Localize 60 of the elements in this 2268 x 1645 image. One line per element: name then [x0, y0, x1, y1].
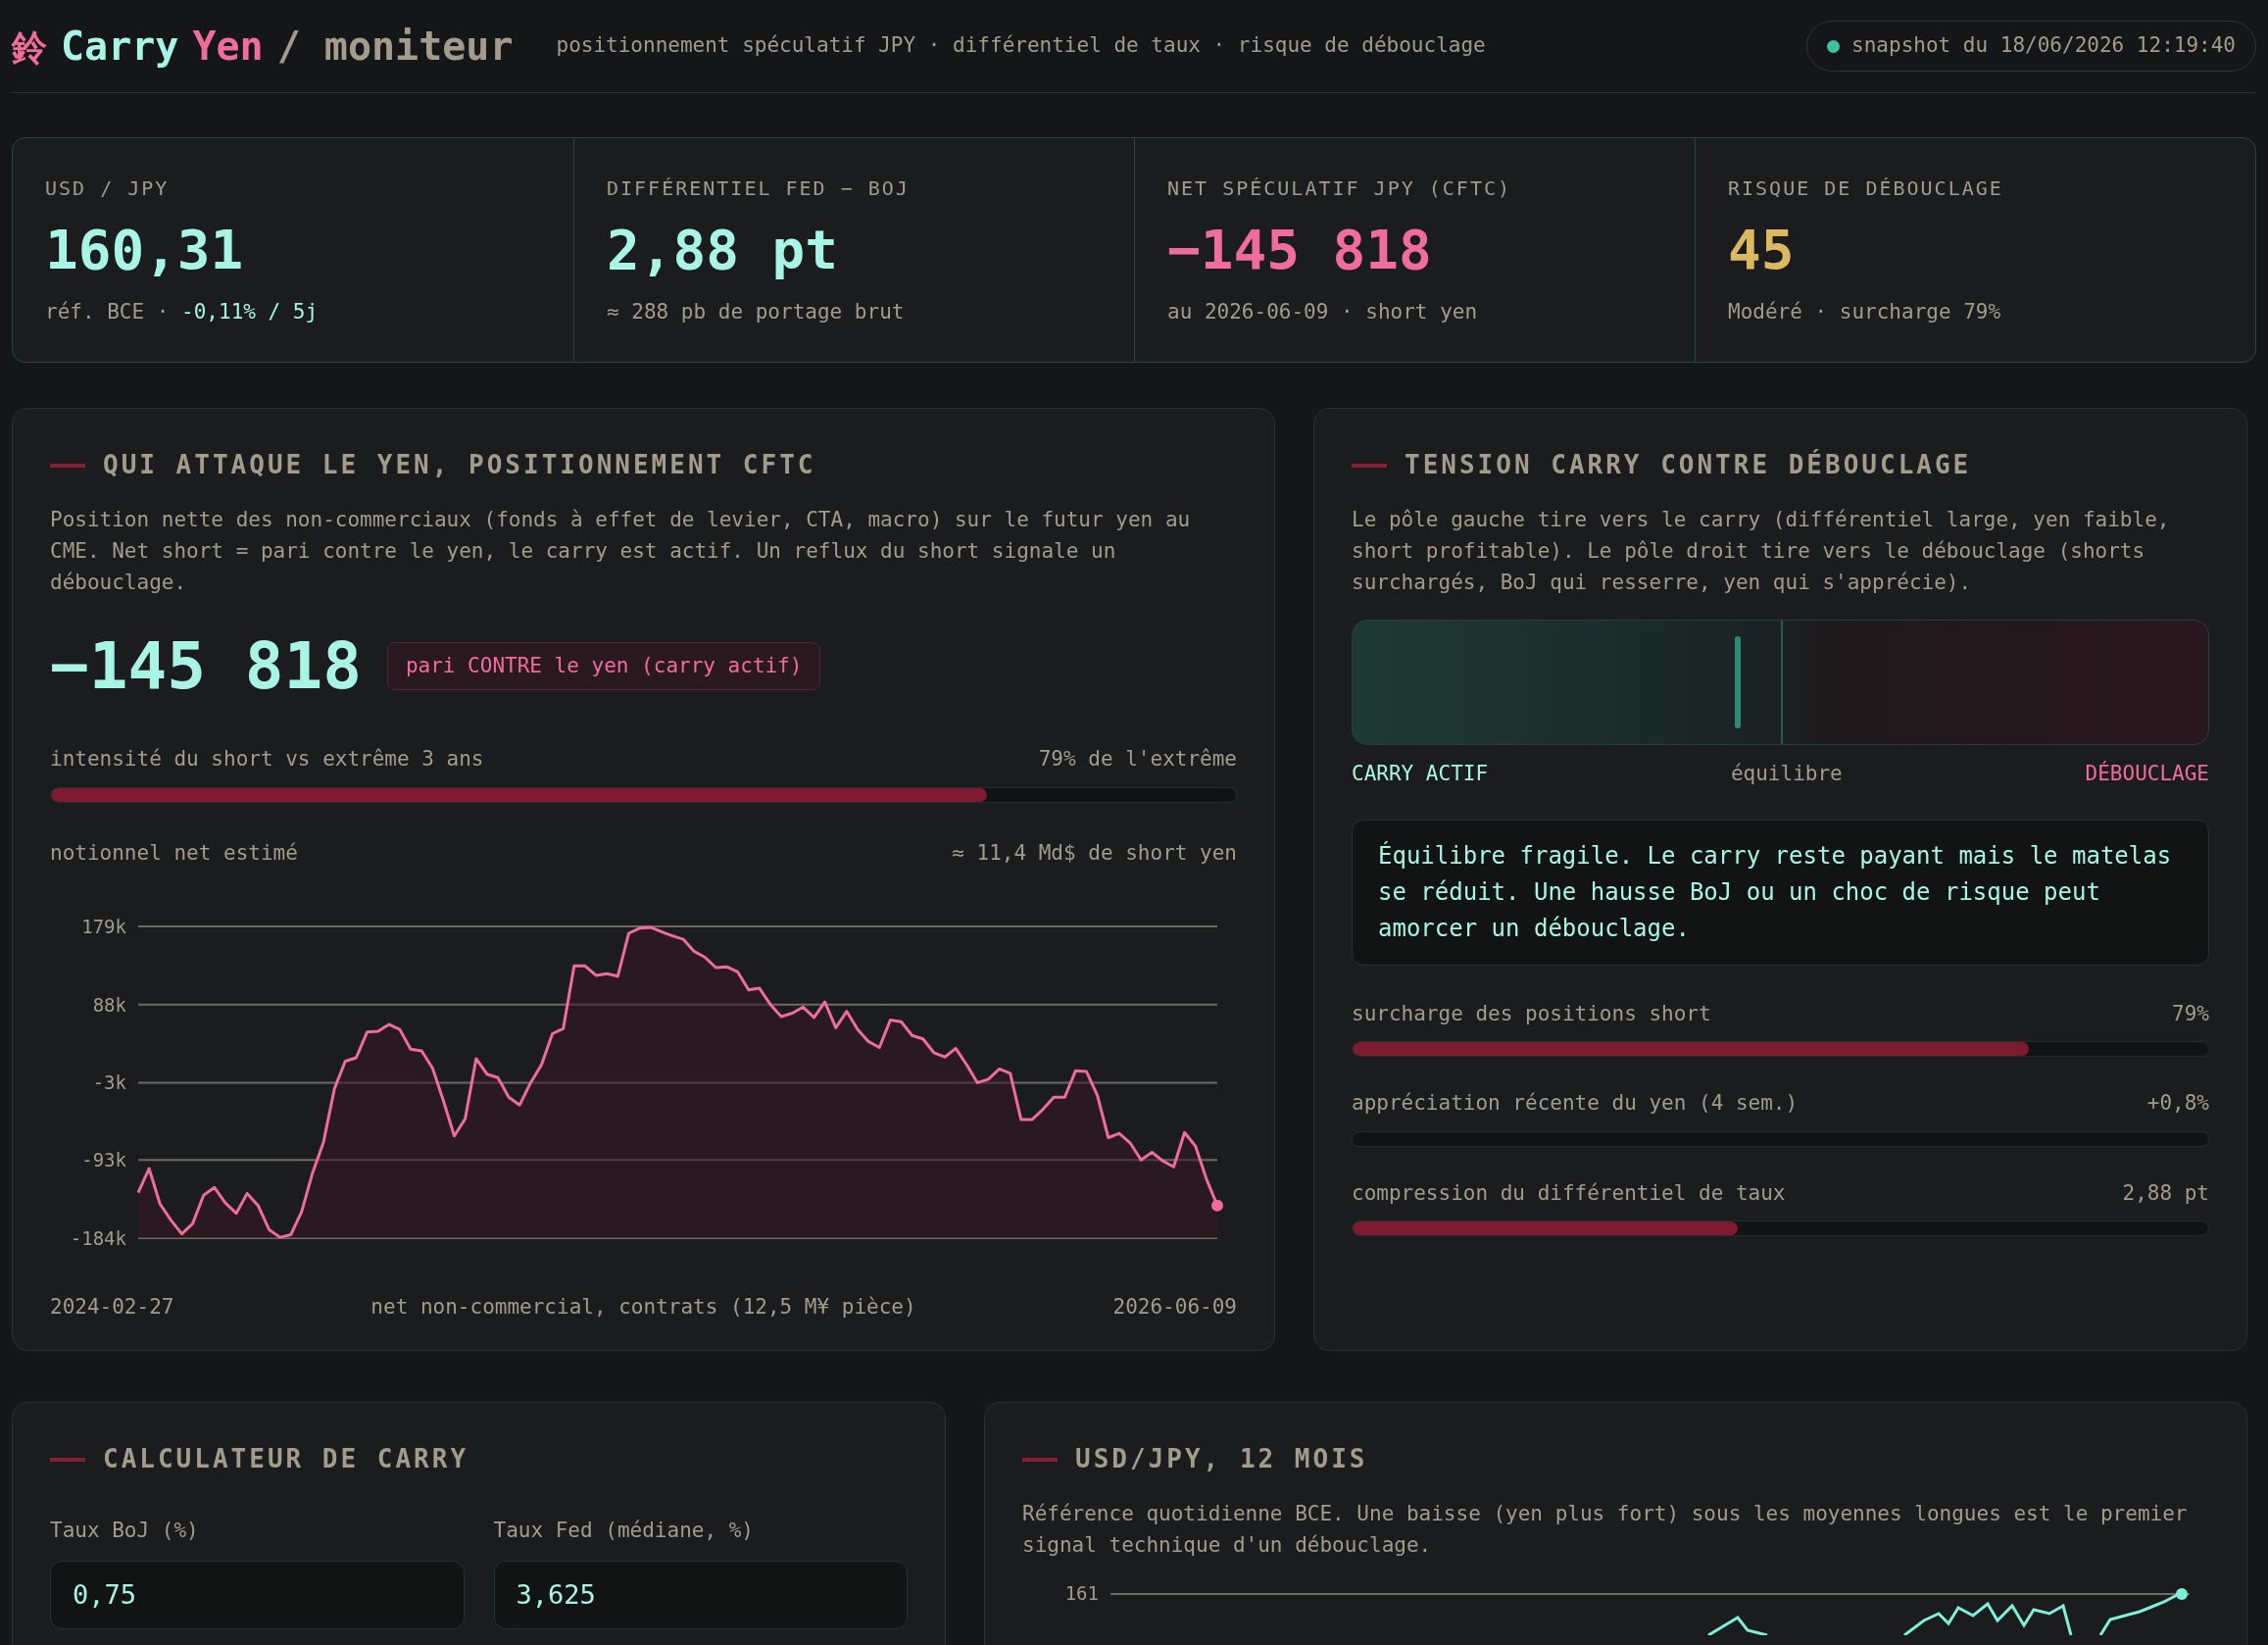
app-title: Carry	[61, 23, 179, 71]
kpi-label: RISQUE DE DÉBOUCLAGE	[1728, 175, 2004, 202]
kpi-label: USD / JPY	[45, 175, 171, 202]
notional-label: notionnel net estimé	[50, 839, 298, 867]
section-title: TENSION CARRY CONTRE DÉBOUCLAGE	[1405, 448, 1972, 481]
axis-label: 88k	[92, 993, 126, 1016]
meter-label: intensité du short vs extrême 3 ans	[50, 746, 484, 773]
kpi-subtext: réf. BCE · -0,11% / 5j	[45, 299, 320, 325]
title-dash	[50, 463, 85, 468]
kpi-value: 45	[1728, 219, 1796, 281]
endpoint-dot	[2176, 1588, 2188, 1600]
title-dash	[1022, 1457, 1058, 1462]
endpoint-dot	[1211, 1199, 1223, 1212]
meter-label: surcharge des positions short	[1352, 1000, 1711, 1027]
assessment-note: Équilibre fragile. Le carry reste payant mais le matelas se réduit. Une hausse BoJ ou un choc de risque peut amorcer un débouclage.	[1352, 819, 2209, 966]
subtitle: positionnement spéculatif JPY · différentiel de taux · risque de débouclage	[556, 32, 1486, 60]
panel-description: Position nette des non-commerciaux (fonds à effet de levier, CTA, macro) sur le futur yen au CME. Net short = pari contre le yen, le carry est actif. Un reflux du short signale un débouclage.	[50, 507, 1192, 596]
kpi-subtext: Modéré · surcharge 79%	[1728, 299, 2002, 325]
axis-label: -184k	[70, 1227, 126, 1249]
kpi-subtext: au 2026-06-09 · short yen	[1167, 299, 1479, 325]
meter-reading: 2,88 pt	[2122, 1179, 2209, 1207]
meter-reading: 79%	[2172, 1000, 2209, 1027]
title-dash	[1352, 463, 1387, 468]
meter-reading: +0,8%	[2146, 1090, 2209, 1117]
section-title: CALCULATEUR DE CARRY	[103, 1443, 469, 1475]
kpi-value: −145 818	[1167, 219, 1433, 281]
meter-label: compression du différentiel de taux	[1352, 1179, 1786, 1207]
axis-label: -93k	[81, 1149, 126, 1171]
app-title: / moniteur	[276, 23, 514, 71]
snapshot-time: snapshot du 18/06/2026 12:19:40	[1851, 32, 2236, 60]
logo-mark: 鈴	[12, 26, 47, 70]
app-title: Yen	[192, 23, 264, 71]
kpi-value: 160,31	[45, 219, 245, 281]
axis-label: 179k	[81, 916, 126, 937]
axis-label: -3k	[92, 1072, 126, 1094]
kpi-value: 2,88 pt	[607, 219, 839, 281]
position-badge: pari CONTRE le yen (carry actif)	[386, 641, 821, 691]
kpi-label: DIFFÉRENTIEL FED − BOJ	[607, 175, 911, 202]
chart-caption: net non-commercial, contrats (12,5 M¥ pièce)	[370, 1294, 916, 1321]
panel-description: Le pôle gauche tire vers le carry (différentiel large, yen faible, short profitable). Le pôle droit tire vers le débouclage (shorts surchargés, BoJ qui resserre, yen qui s'apprécie).	[1352, 507, 2171, 596]
pole-label: DÉBOUCLAGE	[2085, 760, 2209, 787]
field-label: Taux BoJ (%)	[50, 1518, 200, 1544]
net-position-value: −145 818	[50, 627, 362, 706]
kpi-label: NET SPÉCULATIF JPY (CFTC)	[1167, 175, 1513, 202]
input-field[interactable]: 3,625	[493, 1560, 908, 1629]
meter-reading: 79% de l'extrême	[1038, 746, 1237, 773]
notional-reading: ≈ 11,4 Md$ de short yen	[952, 839, 1237, 867]
section-title: QUI ATTAQUE LE YEN, POSITIONNEMENT CFTC	[103, 449, 816, 481]
axis-label: 161	[1064, 1582, 1099, 1604]
axis-label: 2024-02-27	[50, 1294, 174, 1321]
kpi-subtext: ≈ 288 pb de portage brut	[607, 299, 906, 325]
pole-label: CARRY ACTIF	[1352, 761, 1489, 787]
field-label: Taux Fed (médiane, %)	[493, 1518, 755, 1544]
axis-label: 2026-06-09	[1112, 1294, 1237, 1321]
meter-label: appréciation récente du yen (4 sem.)	[1352, 1090, 1799, 1117]
section-title: USD/JPY, 12 MOIS	[1075, 1443, 1368, 1475]
panel-description: Référence quotidienne BCE. Une baisse (yen plus fort) sous les moyennes longues est le premier signal technique d'un débouclage.	[1022, 1501, 2189, 1559]
pole-label: équilibre	[1730, 761, 1843, 787]
input-field[interactable]: 0,75	[50, 1560, 465, 1629]
title-dash	[50, 1457, 85, 1462]
